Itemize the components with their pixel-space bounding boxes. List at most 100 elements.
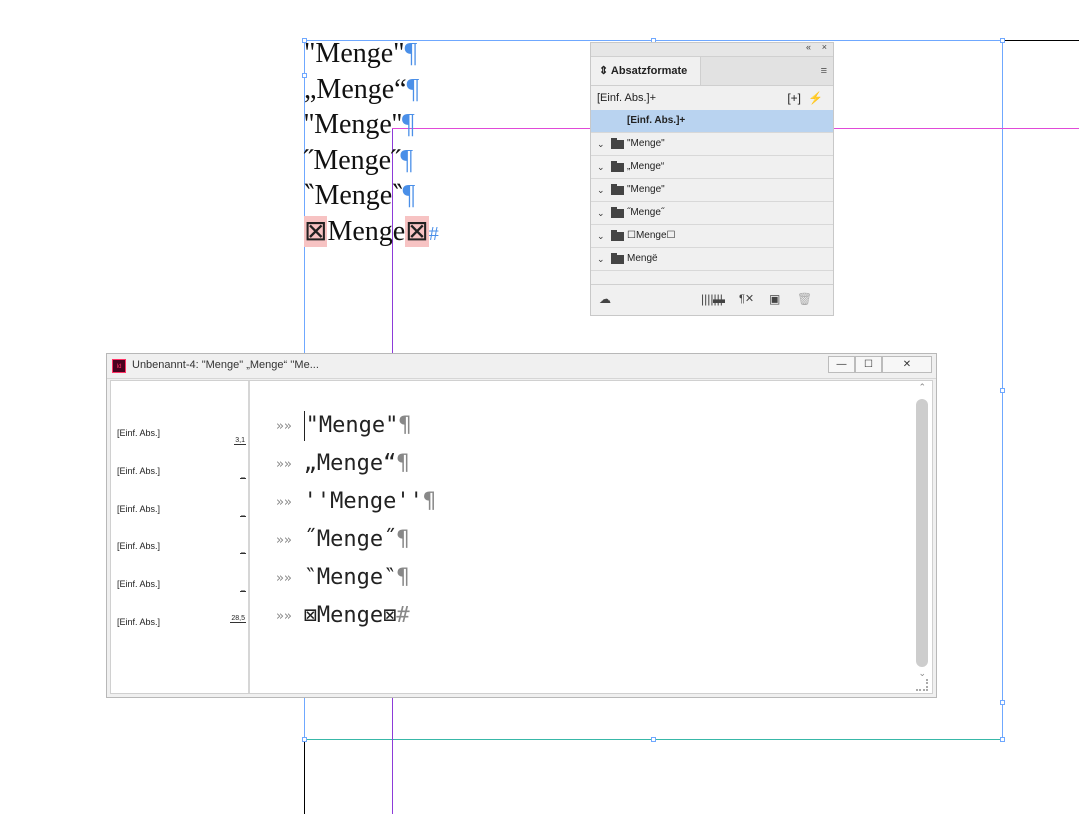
chevron-down-icon[interactable]: ⌄	[597, 202, 605, 224]
layout-text: ‶Menge‶	[304, 180, 403, 211]
depth-ruler-value: 28,5	[230, 615, 246, 623]
window-titlebar[interactable]: Id Unbenannt-4: "Menge" „Menge“ ''Me... …	[107, 354, 936, 379]
style-group-label: „Menge“	[627, 161, 665, 172]
story-editor-body[interactable]: [Einf. Abs.] 3,1 [Einf. Abs.] _ [Einf. A…	[110, 380, 933, 694]
story-text: ˝Menge˝	[303, 527, 397, 552]
folder-icon	[611, 138, 624, 149]
window-title: Unbenannt-4: "Menge" „Menge“ ''Me...	[132, 359, 319, 371]
layout-text-line[interactable]: ‶Menge‶¶	[304, 179, 415, 213]
minimize-button[interactable]: —	[828, 356, 855, 373]
story-text: ⊠Menge⊠	[303, 603, 397, 628]
collapse-panel-icon[interactable]: «	[806, 42, 811, 52]
folder-icon	[611, 161, 624, 172]
pilcrow-icon: ¶	[406, 74, 420, 105]
panel-title: Absatzformate	[610, 65, 688, 77]
paragraph-arrow-icon: »»	[276, 494, 292, 510]
depth-ruler-value: _	[240, 546, 246, 554]
text-cursor	[303, 411, 305, 441]
story-text-line[interactable]: »» ''Menge''¶	[276, 489, 436, 514]
paragraph-style-label: [Einf. Abs.]	[117, 466, 161, 476]
paragraph-style-label: [Einf. Abs.]	[117, 541, 161, 551]
missing-glyph-icon: ⊠	[405, 216, 429, 247]
clear-overrides-icon[interactable]: ¶✕	[739, 292, 754, 305]
close-button[interactable]: ✕	[882, 356, 932, 373]
panel-menu-icon[interactable]: ≡	[821, 65, 827, 77]
story-editor-window: Id Unbenannt-4: "Menge" „Menge“ ''Me... …	[106, 353, 937, 698]
depth-ruler-value: _	[240, 584, 246, 592]
chevron-down-icon[interactable]: ⌄	[597, 225, 605, 247]
scroll-down-icon[interactable]: ⌄	[918, 668, 926, 679]
paragraph-arrow-icon: »»	[276, 418, 292, 434]
pilcrow-icon: ¶	[396, 451, 410, 476]
resize-grip-icon[interactable]	[916, 679, 928, 691]
style-group[interactable]: ⌄ „Menge“	[591, 156, 833, 179]
style-group[interactable]: ⌄ ☐Menge☐	[591, 225, 833, 248]
story-text: ‶Menge‶	[303, 565, 397, 590]
pilcrow-icon: ¶	[402, 180, 416, 211]
paragraph-arrow-icon: »»	[276, 570, 292, 586]
style-group-label: "Menge"	[627, 184, 665, 195]
vertical-scrollbar[interactable]	[916, 399, 928, 667]
story-text-line[interactable]: »» „Menge“¶	[276, 451, 410, 476]
layout-text-line[interactable]: "Menge"¶	[304, 37, 417, 71]
current-style-label: [Einf. Abs.]+	[597, 92, 657, 104]
panel-topbar: « ×	[591, 42, 833, 57]
style-group-label: ˝Menge˝	[627, 207, 665, 218]
new-style-from-selection-icon[interactable]: [+]	[787, 86, 801, 110]
style-group[interactable]: ⌄ "Menge"	[591, 179, 833, 202]
layout-text-line[interactable]: „Menge“¶	[304, 73, 419, 107]
chevron-down-icon[interactable]: ⌄	[597, 179, 605, 201]
page-edge-top	[1002, 40, 1079, 41]
scroll-up-icon[interactable]: ⌃	[918, 382, 926, 393]
style-name-column: [Einf. Abs.] 3,1 [Einf. Abs.] _ [Einf. A…	[111, 381, 250, 693]
frame-outport[interactable]	[1000, 700, 1005, 705]
cc-library-icon[interactable]: ☁	[599, 292, 611, 306]
panel-resize-grip[interactable]: |||||||	[701, 292, 723, 314]
frame-handle-bottom-right[interactable]	[1000, 737, 1005, 742]
chevron-down-icon[interactable]: ⌄	[597, 156, 605, 178]
story-text: ''Menge''	[303, 489, 423, 514]
frame-handle-top-right[interactable]	[1000, 38, 1005, 43]
story-text-line[interactable]: »» ˝Menge˝¶	[276, 527, 410, 552]
frame-handle-bottom-mid[interactable]	[651, 737, 656, 742]
end-of-story-icon: #	[428, 223, 439, 245]
tab-paragraph-styles[interactable]: ⇕ Absatzformate	[591, 57, 701, 85]
style-item-basic-paragraph[interactable]: [Einf. Abs.]+	[591, 110, 833, 133]
layout-text: Menge	[327, 216, 406, 247]
style-group[interactable]: ⌄ ˝Menge˝	[591, 202, 833, 225]
indesign-app-icon: Id	[112, 359, 126, 373]
paragraph-arrow-icon: »»	[276, 532, 292, 548]
style-group[interactable]: ⌄ Mengë	[591, 248, 833, 271]
folder-icon	[611, 207, 624, 218]
story-text: "Menge"	[305, 413, 399, 438]
layout-text-line[interactable]: ''Menge''¶	[304, 108, 415, 142]
style-group[interactable]: ⌄ "Menge"	[591, 133, 833, 156]
close-panel-icon[interactable]: ×	[822, 42, 827, 52]
paragraph-style-label: [Einf. Abs.]	[117, 504, 161, 514]
chevron-down-icon[interactable]: ⌄	[597, 248, 605, 270]
layout-text: ''Menge''	[304, 109, 402, 140]
frame-handle-right-mid[interactable]	[1000, 388, 1005, 393]
pilcrow-icon: ¶	[398, 413, 412, 438]
folder-icon	[611, 184, 624, 195]
chevron-down-icon[interactable]: ⌄	[597, 133, 605, 155]
quick-apply-icon[interactable]: ⚡	[808, 86, 823, 110]
paragraph-arrow-icon: »»	[276, 456, 292, 472]
new-style-icon[interactable]: ▣	[769, 292, 780, 306]
layout-text-line[interactable]: ˝Menge˝¶	[304, 144, 413, 178]
pilcrow-icon: ¶	[400, 145, 414, 176]
depth-ruler-value: 3,1	[234, 437, 246, 445]
paragraph-styles-panel: « × ⇕ Absatzformate ≡ [Einf. Abs.]+ [+] …	[590, 42, 834, 316]
maximize-button[interactable]: ☐	[855, 356, 882, 373]
style-item-label: [Einf. Abs.]+	[627, 115, 686, 126]
pilcrow-icon: ¶	[401, 109, 415, 140]
missing-glyph-icon: ⊠	[304, 216, 328, 247]
layout-text-line[interactable]: ⊠Menge⊠#	[304, 215, 439, 251]
trash-icon[interactable]: 🗑	[797, 292, 812, 306]
story-text-line[interactable]: »» ⊠Menge⊠#	[276, 603, 410, 628]
style-group-label: Mengë	[627, 253, 658, 264]
story-text-line[interactable]: »» "Menge"¶	[276, 411, 412, 441]
folder-icon	[611, 253, 624, 264]
frame-handle-bottom-left[interactable]	[302, 737, 307, 742]
story-text-line[interactable]: »» ‶Menge‶¶	[276, 565, 410, 590]
